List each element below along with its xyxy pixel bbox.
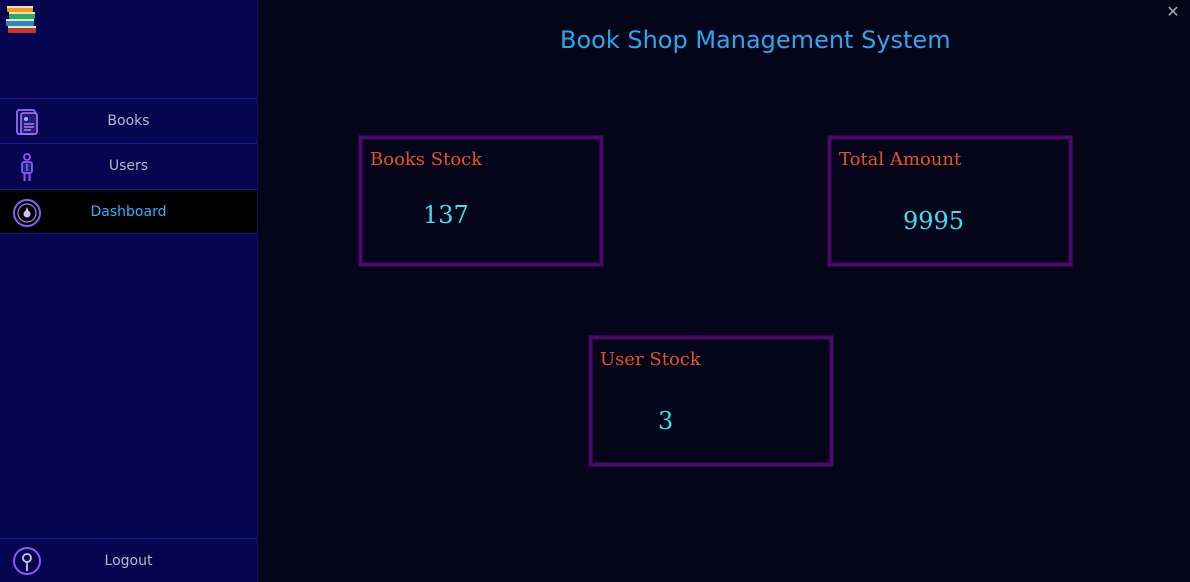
books-stock-card: Books Stock 137: [359, 136, 603, 266]
sidebar-item-label: Dashboard: [90, 204, 167, 220]
user-stock-card: User Stock 3: [589, 336, 833, 466]
sidebar-item-label: Users: [108, 158, 149, 174]
sidebar-item-books[interactable]: Books: [0, 98, 257, 143]
close-icon[interactable]: ✕: [1162, 2, 1184, 24]
sidebar-item-dashboard[interactable]: Dashboard: [0, 189, 257, 234]
user-stock-value: 3: [658, 407, 674, 435]
books-stock-value: 137: [423, 201, 469, 229]
page-title: Book Shop Management System: [560, 26, 951, 54]
total-amount-value: 9995: [903, 207, 965, 235]
logout-button[interactable]: Logout: [0, 538, 257, 582]
sidebar-item-users[interactable]: Users: [0, 143, 257, 188]
app-window: Books Users Dashboard Logout ✕ Book Shop…: [0, 0, 1190, 582]
card-title: Books Stock: [370, 149, 483, 170]
total-amount-card: Total Amount 9995: [828, 136, 1072, 266]
sidebar-item-label: Books: [107, 113, 150, 129]
card-title: User Stock: [600, 349, 701, 370]
sidebar: Books Users Dashboard Logout: [0, 0, 258, 582]
logout-label: Logout: [104, 553, 153, 569]
books-stack-icon: [4, 4, 40, 36]
card-title: Total Amount: [839, 149, 962, 170]
